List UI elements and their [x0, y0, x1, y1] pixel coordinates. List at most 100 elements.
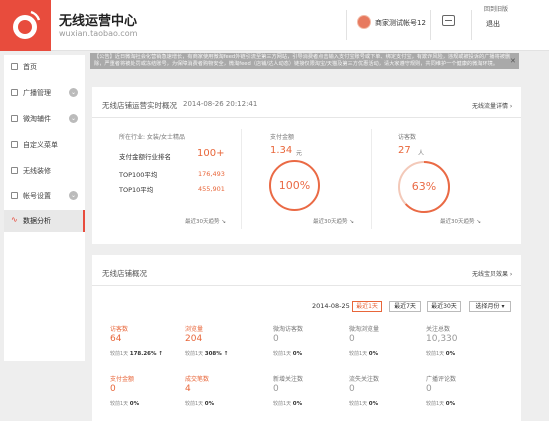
- analytics-icon: ∿: [11, 215, 18, 224]
- sidebar-item-custom-menu[interactable]: 自定义菜单: [4, 135, 85, 155]
- home-icon: [11, 63, 18, 70]
- sidebar-item-label: 广播管理: [23, 89, 51, 97]
- top100-value: 176,493: [198, 170, 225, 178]
- industry-label: 所在行业: 女装/女士精品: [119, 134, 185, 141]
- pay-amount-value: 1.34: [270, 145, 293, 156]
- range-7day-button[interactable]: 最近7天: [389, 301, 421, 312]
- chevron-down-icon[interactable]: ⌄: [69, 191, 78, 200]
- metric-label: 广播评论数: [426, 376, 457, 383]
- account-name[interactable]: 商家测试帐号12: [375, 18, 426, 28]
- decorate-icon: [11, 167, 18, 174]
- overview-date: 2014-08-25: [312, 302, 350, 310]
- top10-label: TOP10平均: [119, 186, 154, 194]
- metric-compare: 较前1天 0%: [426, 351, 456, 357]
- metric-label: 支付金额: [110, 376, 135, 383]
- metric-compare: 较前1天 0%: [349, 351, 379, 357]
- back-to-old-version-link[interactable]: 回到旧版: [484, 4, 508, 13]
- metric-value: 0: [349, 334, 355, 344]
- metric-compare: 较前1天 0%: [273, 351, 303, 357]
- pay-amount-label: 支付金额: [270, 134, 295, 141]
- sidebar-item-label: 微淘辅件: [23, 115, 51, 123]
- metric-value: 0: [349, 384, 355, 394]
- metric-value: 10,330: [426, 334, 458, 344]
- metric-value: 0: [110, 384, 116, 394]
- sidebar-item-home[interactable]: 首页: [4, 57, 85, 77]
- top-header: 无线运营中心 wuxian.taobao.com 商家测试帐号12 回到旧版 退…: [0, 0, 549, 51]
- visitors-unit: 人: [418, 150, 425, 157]
- metric-compare: 较前1天 0%: [110, 401, 140, 407]
- header-divider: [471, 10, 472, 40]
- app-domain: wuxian.taobao.com: [59, 29, 138, 38]
- metric-compare: 较前1天 178.26% ↑: [110, 351, 164, 357]
- sidebar-item-label: 数据分析: [23, 217, 51, 225]
- divider: [92, 285, 521, 286]
- pay-amount-unit: 元: [296, 150, 303, 157]
- divider: [371, 129, 372, 229]
- metric-compare: 较前1天 308% ↑: [185, 351, 229, 357]
- message-icon[interactable]: [442, 15, 455, 26]
- metric-value: 64: [110, 334, 122, 344]
- close-icon[interactable]: ✕: [510, 57, 516, 65]
- panel-title: 无线店铺概况: [102, 269, 147, 278]
- metric-label: 流失关注数: [349, 376, 380, 383]
- header-divider: [430, 10, 431, 40]
- sidebar-item-widgets[interactable]: 微淘辅件 ⌄: [4, 109, 85, 129]
- metric-compare: 较前1天 0%: [273, 401, 303, 407]
- realtime-timestamp: 2014-08-26 20:12:41: [183, 100, 258, 108]
- pay-amount-percent: 100%: [278, 179, 311, 192]
- header-divider: [346, 10, 347, 40]
- account-avatar[interactable]: [357, 15, 371, 29]
- metric-value: 0: [273, 334, 279, 344]
- traffic-detail-link[interactable]: 无线流量详情 ›: [472, 101, 512, 110]
- metric-label: 微淘浏览量: [349, 326, 380, 333]
- divider: [92, 117, 521, 118]
- settings-icon: [11, 192, 18, 199]
- metric-label: 新增关注数: [273, 376, 304, 383]
- realtime-overview-panel: 无线店铺运营实时概况 2014-08-26 20:12:41 无线流量详情 › …: [92, 87, 521, 244]
- metric-label: 成交笔数: [185, 376, 210, 383]
- broadcast-icon: [11, 89, 18, 96]
- chevron-down-icon[interactable]: ⌄: [69, 88, 78, 97]
- panel-title: 无线店铺运营实时概况: [102, 101, 177, 110]
- trend-link[interactable]: 最近30天趋势 ↘: [313, 217, 354, 225]
- visitors-label: 访客数: [398, 134, 417, 141]
- app-logo[interactable]: [0, 0, 51, 51]
- menu-icon: [11, 141, 18, 148]
- sidebar-item-label: 首页: [23, 63, 37, 71]
- range-30day-button[interactable]: 最近30天: [427, 301, 461, 312]
- app-title: 无线运营中心: [59, 14, 138, 29]
- sidebar-item-account-settings[interactable]: 帐号设置 ⌄: [4, 186, 85, 206]
- trend-link[interactable]: 最近30天趋势 ↘: [440, 217, 481, 225]
- metric-compare: 较前1天 0%: [349, 401, 379, 407]
- logout-button[interactable]: 退出: [486, 19, 500, 29]
- visitors-value: 27: [398, 145, 411, 156]
- announcement-bar: 【公告】近日微淘社会化营销急速增长，有商家使用微淘feed外链引流至第三方网站，…: [90, 53, 519, 69]
- pay-rank-label: 支付金额行业排名: [119, 153, 171, 161]
- sidebar-item-decoration[interactable]: 无线装修: [4, 161, 85, 181]
- metric-label: 微淘访客数: [273, 326, 304, 333]
- top10-value: 455,901: [198, 185, 225, 193]
- metric-compare: 较前1天 0%: [185, 401, 215, 407]
- metric-value: 0: [426, 384, 432, 394]
- chevron-down-icon[interactable]: ⌄: [69, 114, 78, 123]
- metric-value: 4: [185, 384, 191, 394]
- sidebar-item-broadcast[interactable]: 广播管理 ⌄: [4, 83, 85, 103]
- top100-label: TOP100平均: [119, 171, 158, 179]
- metric-value: 0: [273, 384, 279, 394]
- item-effect-link[interactable]: 无线宝贝效果 ›: [472, 269, 512, 278]
- metric-compare: 较前1天 0%: [426, 401, 456, 407]
- sidebar-item-analytics[interactable]: ∿ 数据分析: [4, 210, 85, 232]
- metric-label: 浏览量: [185, 326, 204, 333]
- range-1day-button[interactable]: 最近1天: [352, 301, 382, 312]
- metric-value: 204: [185, 334, 203, 344]
- sidebar-item-label: 自定义菜单: [23, 141, 58, 149]
- store-overview-panel: 无线店铺概况 无线宝贝效果 › 2014-08-25 最近1天 最近7天 最近3…: [92, 255, 521, 421]
- visitors-percent: 63%: [411, 180, 437, 193]
- widget-icon: [11, 115, 18, 122]
- sidebar-item-label: 无线装修: [23, 167, 51, 175]
- sidebar: 首页 广播管理 ⌄ 微淘辅件 ⌄ 自定义菜单 无线装修 帐号设置 ⌄ ∿ 数据分…: [4, 55, 85, 361]
- divider: [241, 129, 242, 229]
- trend-link[interactable]: 最近30天趋势 ↘: [185, 217, 226, 225]
- sidebar-item-label: 帐号设置: [23, 192, 51, 200]
- month-select[interactable]: 选择月份 ▾: [469, 301, 511, 312]
